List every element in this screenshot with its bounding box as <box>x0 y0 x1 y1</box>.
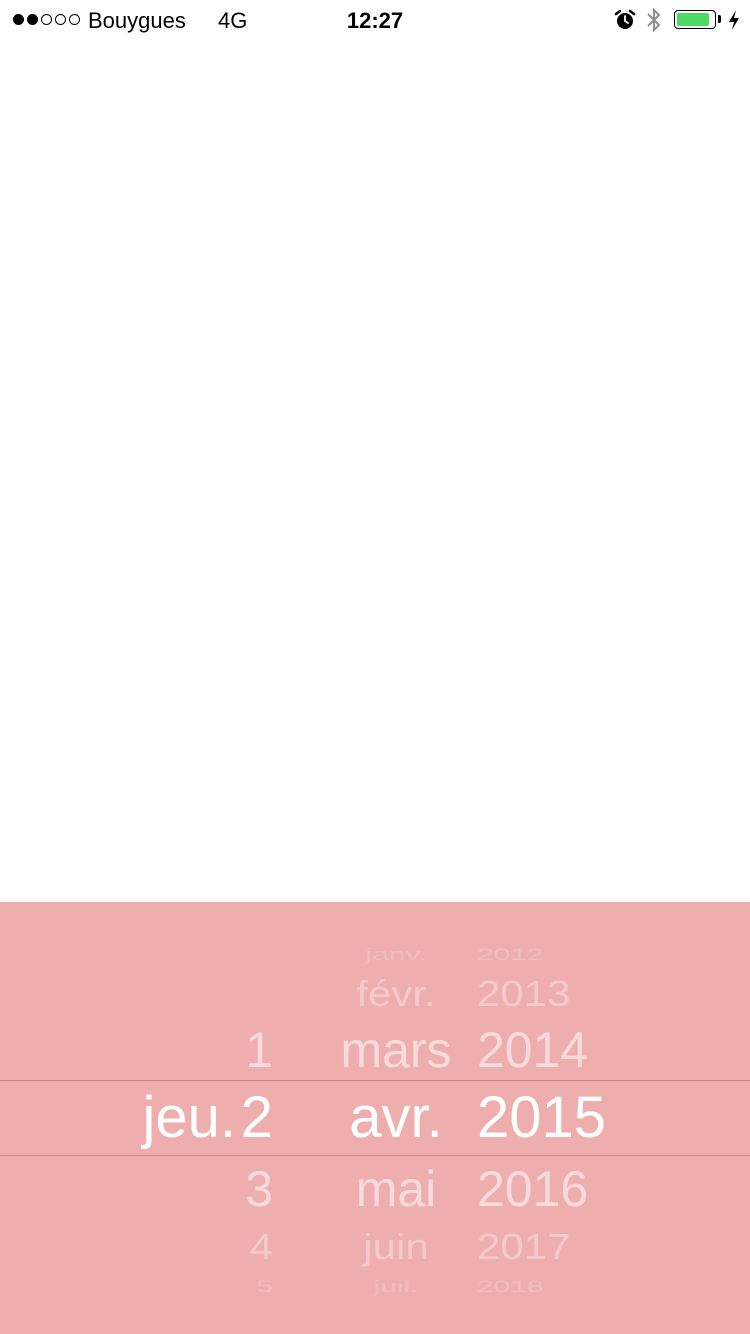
battery-icon <box>674 10 716 29</box>
picker-month-option[interactable]: janv. <box>320 946 472 964</box>
picker-month-option[interactable]: juin <box>320 1229 472 1265</box>
alarm-icon <box>614 9 636 29</box>
picker-day-option[interactable]: 3 <box>200 1164 273 1214</box>
picker-month-option[interactable]: mars <box>320 1025 472 1075</box>
picker-month-option[interactable]: juil. <box>320 1278 472 1296</box>
picker-month-selected[interactable]: avr. <box>320 1089 472 1147</box>
status-bar: Bouygues 4G 12:27 <box>0 0 750 40</box>
picker-year-option[interactable]: 2013 <box>477 976 637 1012</box>
picker-year-option[interactable]: 2016 <box>477 1164 637 1214</box>
battery-tip <box>718 15 721 23</box>
picker-day-option[interactable]: 4 <box>200 1229 273 1265</box>
status-time: 12:27 <box>346 8 404 33</box>
picker-day-option[interactable]: 1 <box>200 1025 273 1075</box>
picker-month-option[interactable]: mai <box>320 1164 472 1214</box>
date-picker[interactable]: jeu. 1 2 3 4 5 janv. févr. mars avr. mai… <box>0 902 750 1334</box>
selection-line-top <box>0 1080 750 1081</box>
picker-year-option[interactable]: 2017 <box>477 1229 637 1265</box>
picker-day-selected[interactable]: 2 <box>200 1089 273 1147</box>
charging-icon <box>729 10 739 30</box>
bluetooth-icon <box>647 7 661 33</box>
picker-month-option[interactable]: févr. <box>320 976 472 1012</box>
picker-year-option[interactable]: 2018 <box>477 1278 637 1296</box>
picker-year-selected[interactable]: 2015 <box>477 1089 637 1147</box>
selection-line-bottom <box>0 1155 750 1156</box>
picker-year-option[interactable]: 2012 <box>477 946 637 964</box>
picker-year-option[interactable]: 2014 <box>477 1025 637 1075</box>
picker-day-option[interactable]: 5 <box>200 1278 273 1296</box>
battery-level <box>677 13 710 26</box>
screen: Bouygues 4G 12:27 jeu. 1 2 3 4 5 janv. f… <box>0 0 750 1334</box>
